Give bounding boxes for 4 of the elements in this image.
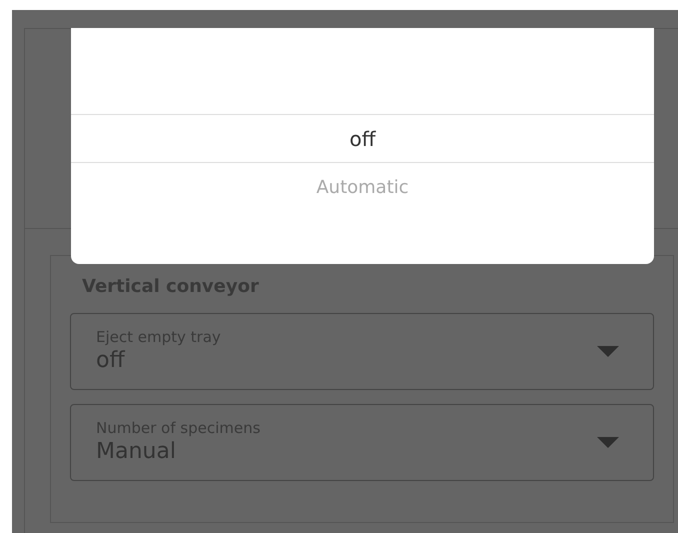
picker-option[interactable]: off [71,115,654,163]
caret-icon [597,346,619,356]
picker-option[interactable]: Automatic [71,163,654,211]
caret-icon [597,436,619,448]
